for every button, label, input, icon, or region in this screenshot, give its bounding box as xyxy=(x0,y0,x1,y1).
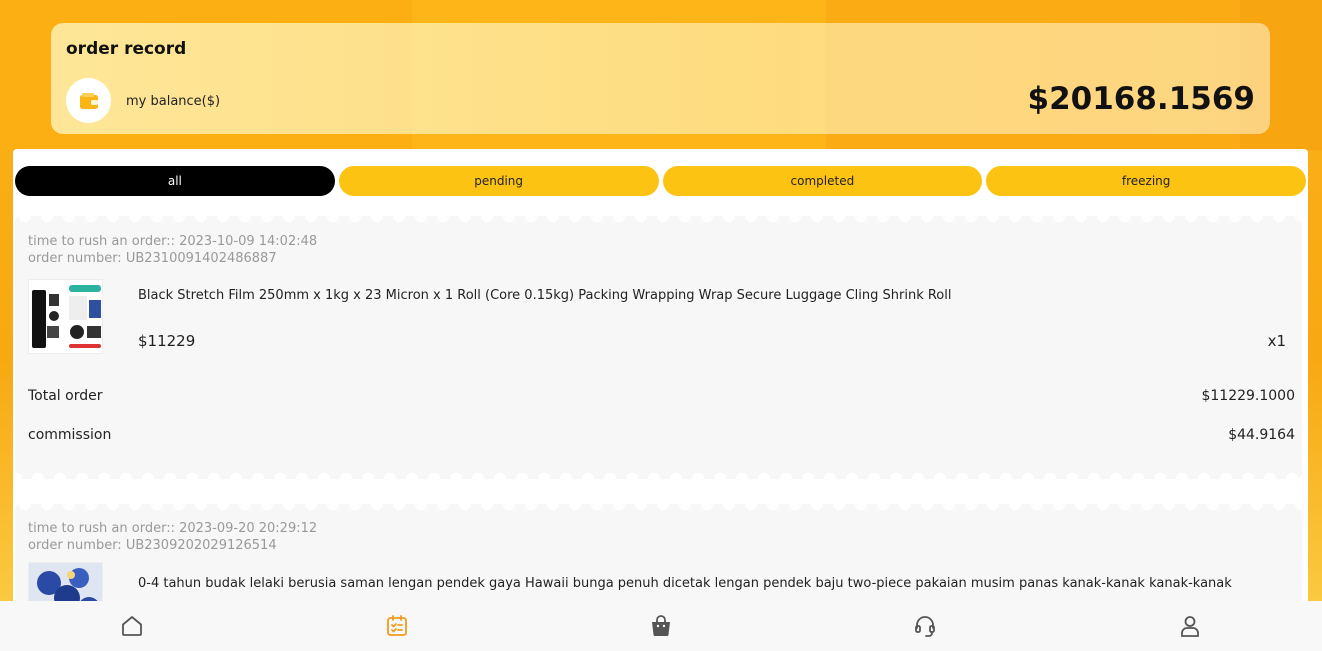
page-title: order record xyxy=(66,39,187,59)
product-name: 0-4 tahun budak lelaki berusia saman len… xyxy=(138,576,1232,591)
tab-freezing[interactable]: freezing xyxy=(986,166,1306,196)
product-quantity: x1 xyxy=(1267,332,1286,350)
commission-value: $44.9164 xyxy=(1228,427,1295,443)
product-name: Black Stretch Film 250mm x 1kg x 23 Micr… xyxy=(138,288,952,303)
tab-completed[interactable]: completed xyxy=(662,166,983,196)
shopping-bag-icon xyxy=(652,615,671,636)
order-time: time to rush an order:: 2023-10-09 14:02… xyxy=(28,234,318,249)
balance-card: order record my balance($) $20168.1569 xyxy=(51,23,1270,134)
order-card[interactable]: time to rush an order:: 2023-10-09 14:02… xyxy=(15,216,1302,479)
home-icon xyxy=(122,616,143,636)
total-order-label: Total order xyxy=(28,388,103,404)
nav-profile[interactable] xyxy=(1058,601,1322,651)
wallet-avatar xyxy=(66,78,111,123)
total-order-value: $11229.1000 xyxy=(1201,388,1295,404)
order-number: order number: UB2310091402486887 xyxy=(28,251,277,266)
bottom-navigation xyxy=(0,601,1322,651)
tab-all[interactable]: all xyxy=(15,166,335,196)
user-profile-icon xyxy=(1180,616,1199,637)
order-time: time to rush an order:: 2023-09-20 20:29… xyxy=(28,521,318,536)
product-price: $11229 xyxy=(138,332,196,350)
nav-orders[interactable] xyxy=(264,601,528,651)
nav-home[interactable] xyxy=(0,601,264,651)
headset-support-icon xyxy=(915,616,936,637)
tab-pending[interactable]: pending xyxy=(338,166,659,196)
order-checklist-icon xyxy=(386,615,407,636)
status-tabs: all pending completed freezing xyxy=(15,166,1306,196)
balance-value: $20168.1569 xyxy=(1027,81,1255,117)
nav-support[interactable] xyxy=(793,601,1057,651)
order-number: order number: UB2309202029126514 xyxy=(28,538,277,553)
wallet-icon xyxy=(79,92,98,109)
product-thumbnail xyxy=(28,279,103,354)
balance-label: my balance($) xyxy=(126,94,221,109)
nav-shop[interactable] xyxy=(529,601,793,651)
commission-label: commission xyxy=(28,427,112,443)
order-list-panel: all pending completed freezing time to r… xyxy=(13,149,1308,651)
stretch-film-image xyxy=(29,280,102,353)
